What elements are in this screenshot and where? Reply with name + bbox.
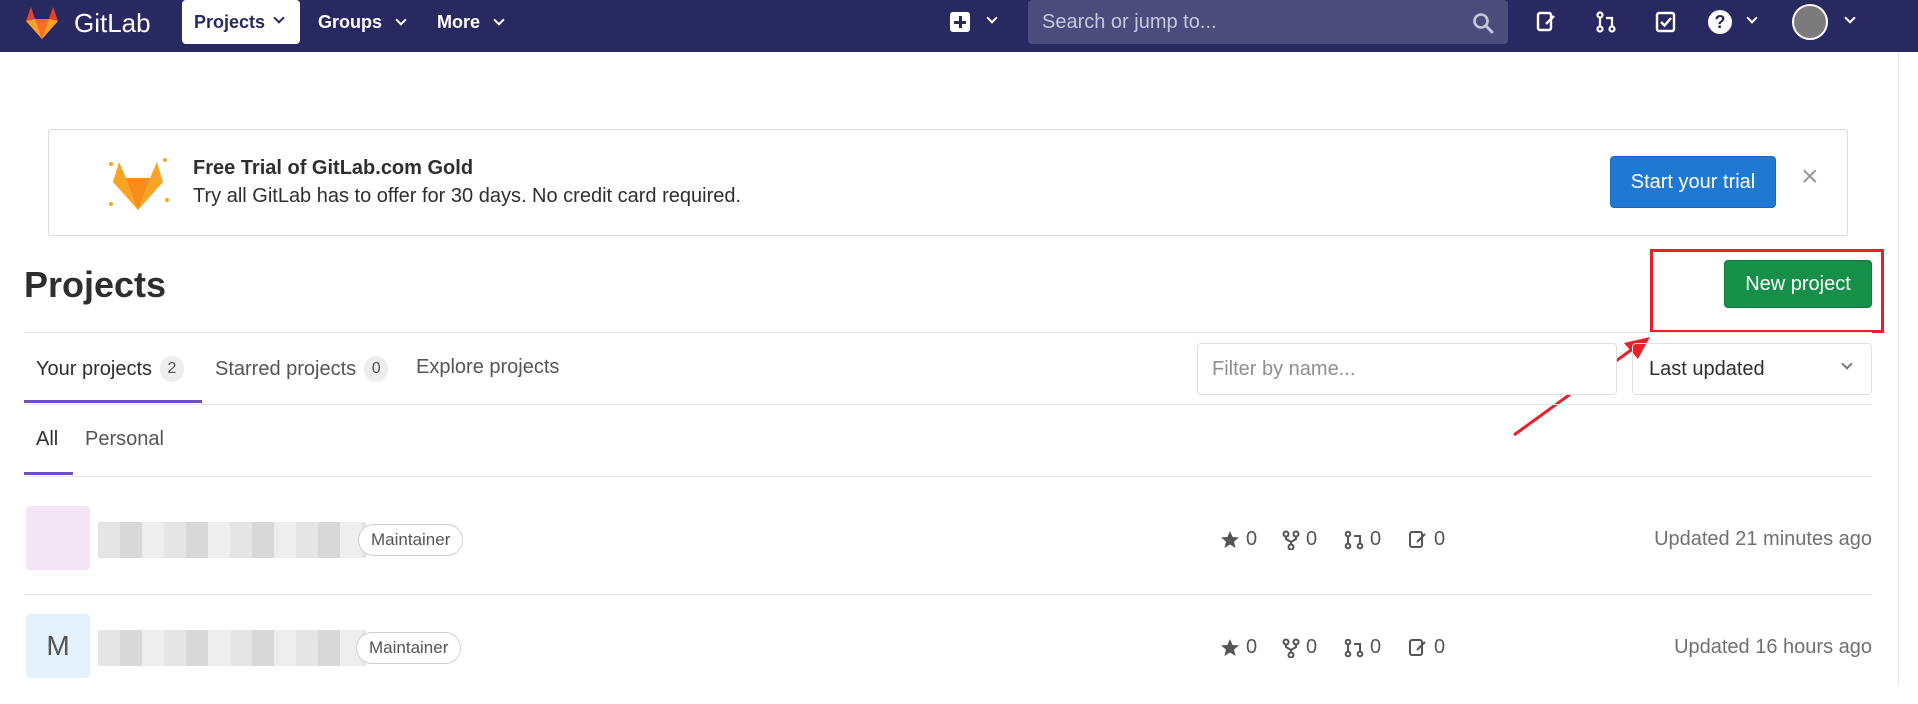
filter-by-name-input[interactable] (1197, 343, 1617, 395)
forks-count[interactable]: 0 (1282, 636, 1317, 659)
tab-your-projects[interactable]: Your projects 2 (36, 356, 184, 382)
chevron-down-icon[interactable] (1746, 12, 1758, 24)
nav-more-dropdown[interactable]: More (437, 12, 505, 33)
star-icon (1221, 638, 1239, 656)
tab-starred-projects[interactable]: Starred projects 0 (215, 356, 389, 382)
chevron-down-icon (273, 12, 285, 24)
active-tab-indicator (24, 400, 202, 403)
chevron-down-icon (493, 14, 505, 26)
active-subtab-indicator (24, 472, 73, 475)
chevron-down-icon (395, 14, 407, 26)
todos-icon[interactable] (1654, 10, 1678, 34)
merge-request-icon (1344, 530, 1364, 549)
sort-selected-value: Last updated (1649, 357, 1765, 380)
nav-more-label: More (437, 12, 481, 32)
stars-value: 0 (1246, 636, 1258, 658)
forks-value: 0 (1306, 528, 1318, 550)
merge-requests-count[interactable]: 0 (1344, 528, 1381, 551)
close-icon[interactable]: × (1801, 160, 1819, 194)
subtab-personal[interactable]: Personal (85, 428, 164, 451)
merge-request-icon (1344, 638, 1364, 657)
scrollbar[interactable] (1898, 52, 1918, 685)
project-row[interactable]: M Maintainer 0 0 0 0 Updated 16 hours ag… (24, 596, 1872, 704)
start-trial-button[interactable]: Start your trial (1610, 156, 1776, 208)
tab-count-badge: 2 (160, 356, 184, 382)
tab-label: Explore projects (416, 356, 560, 378)
subtab-all[interactable]: All (36, 428, 58, 451)
updated-timestamp: Updated 21 minutes ago (1654, 528, 1872, 550)
issue-icon (1409, 530, 1426, 548)
role-badge: Maintainer (358, 524, 464, 556)
tab-label: Your projects (36, 357, 152, 380)
nav-projects-label: Projects (194, 11, 266, 32)
merge-requests-value: 0 (1370, 636, 1382, 658)
updated-timestamp: Updated 16 hours ago (1674, 636, 1872, 658)
merge-requests-icon[interactable] (1594, 10, 1618, 34)
help-icon[interactable]: ? (1708, 10, 1732, 34)
issues-icon[interactable] (1534, 10, 1558, 34)
issues-count[interactable]: 0 (1408, 528, 1445, 551)
top-navbar: GitLab Projects Groups More ? (0, 0, 1918, 52)
divider (24, 476, 1872, 477)
gitlab-logo-icon[interactable] (22, 3, 62, 43)
issues-value: 0 (1434, 636, 1446, 658)
forks-count[interactable]: 0 (1282, 528, 1317, 551)
sort-dropdown[interactable]: Last updated (1632, 343, 1872, 395)
stars-count[interactable]: 0 (1220, 636, 1257, 659)
nav-projects-dropdown[interactable]: Projects (182, 0, 300, 44)
issues-count[interactable]: 0 (1408, 636, 1445, 659)
search-input[interactable] (1028, 0, 1508, 44)
issues-value: 0 (1434, 528, 1446, 550)
chevron-down-icon[interactable] (986, 12, 998, 24)
nav-groups-dropdown[interactable]: Groups (318, 12, 407, 33)
fork-icon (1282, 530, 1300, 550)
stars-count[interactable]: 0 (1220, 528, 1257, 551)
issue-icon (1409, 638, 1426, 656)
project-name-redacted[interactable] (98, 630, 366, 666)
chevron-down-icon (1841, 358, 1853, 370)
page-title: Projects (24, 264, 167, 305)
tab-label: Starred projects (215, 357, 357, 380)
stars-value: 0 (1246, 528, 1258, 550)
project-avatar[interactable]: M (26, 614, 90, 678)
project-row[interactable]: Maintainer 0 0 0 0 Updated 21 minutes ag… (24, 486, 1872, 594)
divider (24, 332, 1872, 333)
banner-description: Try all GitLab has to offer for 30 days.… (193, 185, 742, 207)
search-icon[interactable] (1472, 12, 1494, 34)
tab-count-badge: 0 (364, 356, 389, 382)
role-badge: Maintainer (356, 632, 462, 664)
merge-requests-value: 0 (1370, 528, 1382, 550)
divider (24, 594, 1872, 595)
merge-requests-count[interactable]: 0 (1344, 636, 1381, 659)
nav-groups-label: Groups (318, 12, 383, 32)
forks-value: 0 (1306, 636, 1318, 658)
fork-icon (1282, 638, 1300, 658)
divider (24, 404, 1872, 405)
brand-name[interactable]: GitLab (74, 8, 151, 39)
project-name-redacted[interactable] (98, 522, 366, 558)
user-avatar[interactable] (1792, 4, 1828, 40)
chevron-down-icon[interactable] (1844, 12, 1856, 24)
banner-title: Free Trial of GitLab.com Gold (193, 157, 474, 179)
gitlab-gold-logo-icon (109, 158, 169, 210)
project-avatar[interactable] (26, 506, 90, 570)
new-project-button[interactable]: New project (1724, 260, 1872, 308)
tab-explore-projects[interactable]: Explore projects (416, 356, 559, 379)
trial-banner: Free Trial of GitLab.com Gold Try all Gi… (48, 129, 1848, 236)
new-item-plus-icon[interactable] (950, 12, 970, 32)
star-icon (1221, 530, 1239, 548)
